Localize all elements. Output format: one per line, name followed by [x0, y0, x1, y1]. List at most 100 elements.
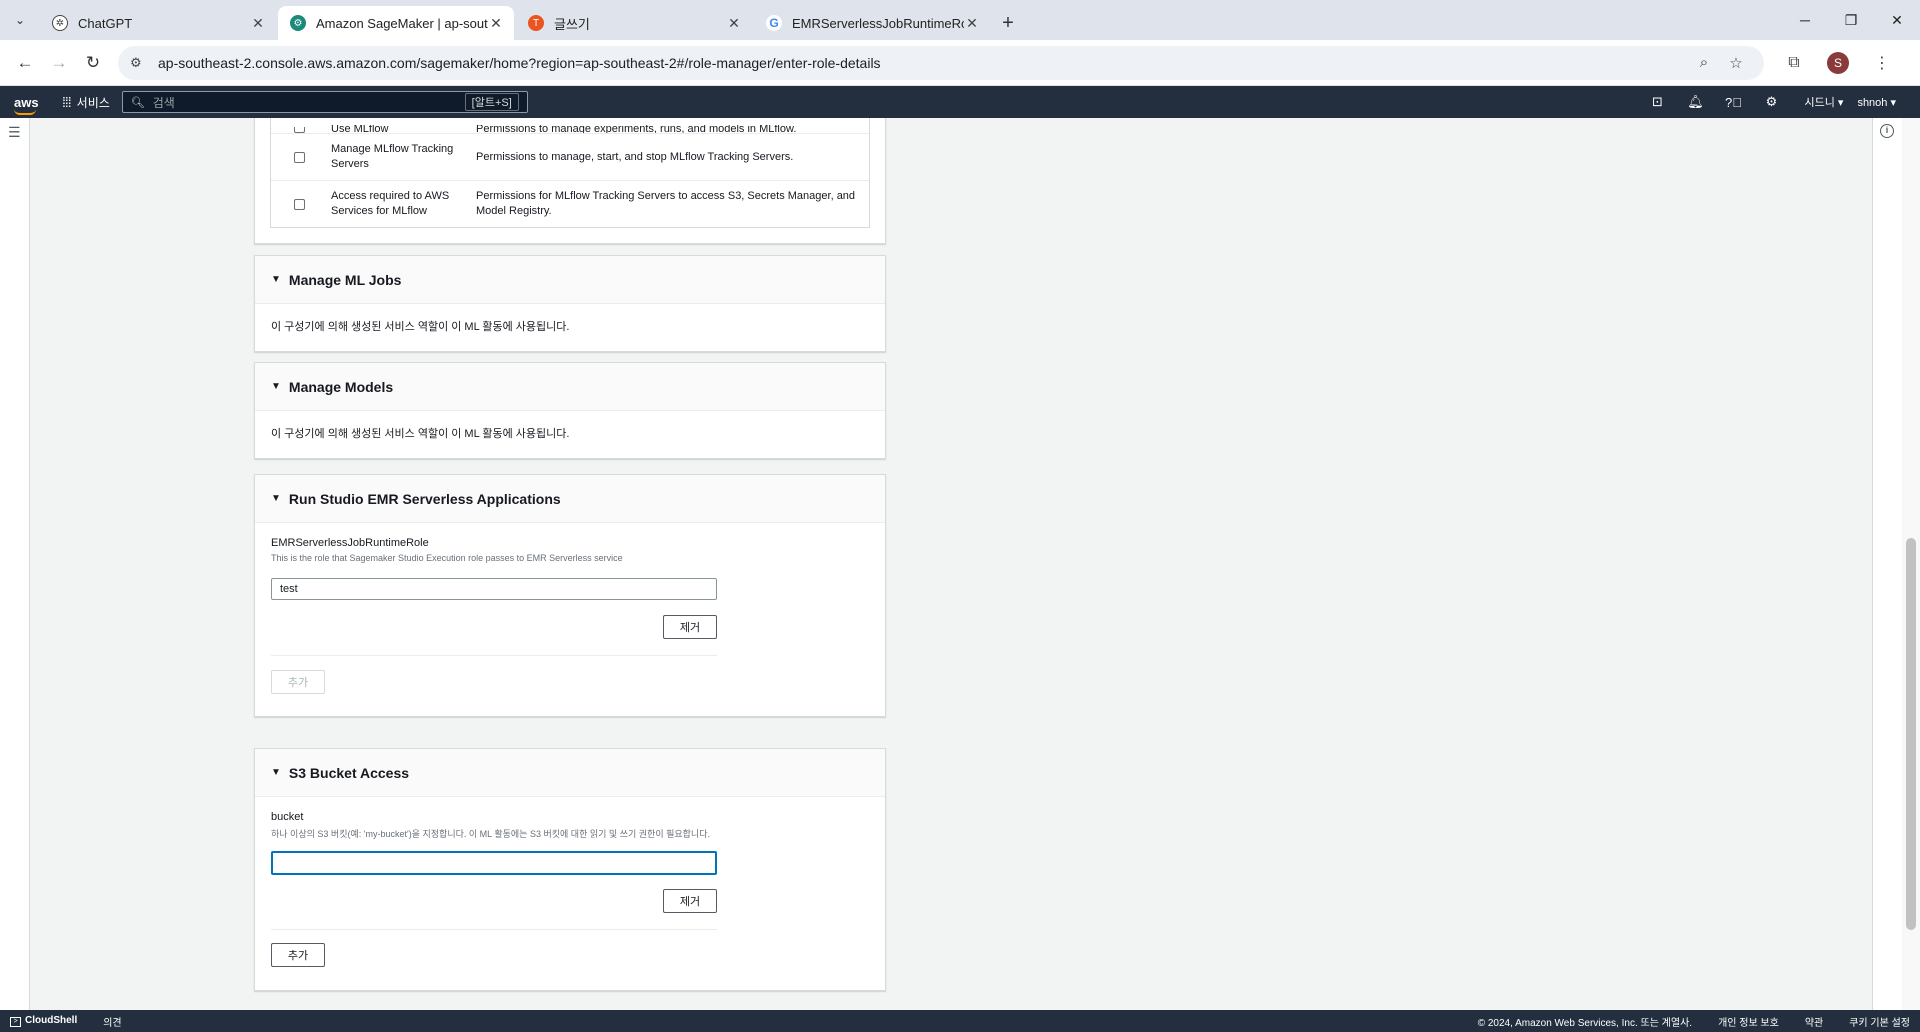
url-text[interactable]: ap-southeast-2.console.aws.amazon.com/sa… — [158, 55, 1688, 71]
services-label: 서비스 — [76, 95, 110, 110]
cloudshell-link[interactable]: > CloudShell — [10, 1015, 77, 1027]
add-button[interactable]: 추가 — [271, 943, 325, 967]
tab-title: Amazon SageMaker | ap-southeast-2 — [316, 15, 488, 31]
divider — [271, 655, 717, 656]
section-title: S3 Bucket Access — [288, 764, 410, 781]
permission-name: Use MLflow — [331, 125, 389, 133]
tab-search-chevron-icon[interactable]: ⌄ — [0, 0, 40, 40]
address-bar[interactable]: ⚙ ap-southeast-2.console.aws.amazon.com/… — [118, 45, 1764, 80]
forward-arrow-icon[interactable]: → — [42, 46, 76, 80]
divider — [271, 929, 717, 930]
tab-tistory[interactable]: T 글쓰기 ✕ — [516, 6, 752, 40]
add-button[interactable]: 추가 — [271, 670, 325, 694]
tistory-icon: T — [528, 15, 544, 31]
page-scrollbar[interactable] — [1902, 118, 1920, 1010]
section-title: Manage ML Jobs — [288, 271, 402, 288]
section-header[interactable]: ▼ Manage ML Jobs — [255, 256, 885, 304]
tab-title: ChatGPT — [78, 15, 133, 31]
window-controls: ─ ❐ ✕ — [1782, 0, 1920, 40]
mlflow-permissions-table: Use MLflow Permissions to manage experim… — [270, 118, 870, 228]
account-menu[interactable]: shnoh ▾ — [1857, 96, 1896, 109]
aws-smile-icon — [14, 109, 36, 115]
grid-icon: ⁞⁞⁞ — [62, 94, 72, 110]
openai-icon: ✲ — [52, 15, 68, 31]
permission-name: Manage MLflow Tracking Servers — [331, 143, 454, 170]
field-hint: This is the role that Sagemaker Studio E… — [271, 553, 623, 563]
extensions-icon[interactable]: ⧉ — [1772, 54, 1816, 72]
close-icon[interactable]: ✕ — [250, 15, 266, 32]
avatar[interactable]: S — [1827, 51, 1849, 74]
avatar-wrap: S — [1816, 51, 1860, 74]
mlflow-panel: Use MLflow Permissions to manage experim… — [254, 118, 886, 244]
caret-down-icon: ▼ — [271, 767, 281, 778]
tab-chatgpt[interactable]: ✲ ChatGPT ✕ — [40, 6, 276, 40]
cookie-preferences-link[interactable]: 쿠키 기본 설정 — [1849, 1014, 1910, 1029]
cloudshell-label: CloudShell — [25, 1015, 78, 1026]
privacy-link[interactable]: 개인 정보 보호 — [1718, 1014, 1779, 1029]
section-header[interactable]: ▼ Run Studio EMR Serverless Applications — [255, 475, 885, 523]
browser-tab-strip: ⌄ ✲ ChatGPT ✕ ⚙ Amazon SageMaker | ap-so… — [0, 0, 1920, 40]
sagemaker-icon: ⚙ — [290, 15, 306, 31]
close-window-icon[interactable]: ✕ — [1874, 12, 1920, 29]
scrollbar-thumb[interactable] — [1906, 538, 1916, 930]
kebab-menu-icon[interactable]: ⋮ — [1860, 53, 1904, 73]
region-selector[interactable]: 시드니 ▾ — [1805, 94, 1844, 110]
new-tab-button[interactable]: + — [992, 6, 1024, 40]
row-checkbox[interactable] — [271, 127, 327, 133]
reload-icon[interactable]: ↻ — [76, 46, 110, 80]
terms-link[interactable]: 약관 — [1805, 1014, 1823, 1029]
tab-sagemaker[interactable]: ⚙ Amazon SageMaker | ap-southeast-2 ✕ — [278, 6, 514, 40]
services-menu[interactable]: ⁞⁞⁞ 서비스 — [62, 94, 110, 111]
aws-search-input[interactable]: 🔍︎ 검색 [알트+S] — [121, 91, 528, 113]
emr-role-input[interactable]: test — [271, 578, 717, 600]
close-icon[interactable]: ✕ — [488, 15, 504, 32]
emr-serverless-panel: ▼ Run Studio EMR Serverless Applications… — [254, 474, 886, 717]
site-info-icon[interactable]: ⚙ — [130, 55, 150, 71]
search-placeholder: 검색 — [152, 95, 175, 110]
side-nav-collapsed: ☰ — [0, 118, 30, 1010]
restore-icon[interactable]: ❐ — [1828, 12, 1874, 29]
permission-desc: Permissions to manage, start, and stop M… — [476, 150, 794, 163]
hamburger-menu-icon[interactable]: ☰ — [8, 124, 21, 141]
row-checkbox[interactable] — [271, 198, 327, 210]
remove-button[interactable]: 제거 — [663, 615, 717, 639]
s3-bucket-access-panel: ▼ S3 Bucket Access bucket 하나 이상의 S3 버킷(예… — [254, 748, 886, 991]
field-hint: 하나 이상의 S3 버킷(예: 'my-bucket')을 지정합니다. 이 M… — [271, 829, 710, 839]
zoom-icon[interactable]: ⌕ — [1688, 54, 1720, 71]
section-title: Manage Models — [288, 378, 394, 395]
settings-gear-icon[interactable]: ⚙ — [1753, 94, 1791, 110]
checkbox[interactable] — [293, 198, 305, 210]
section-header[interactable]: ▼ Manage Models — [255, 363, 885, 411]
checkbox[interactable] — [293, 127, 305, 133]
bookmark-star-icon[interactable]: ☆ — [1720, 54, 1752, 72]
section-description: 이 구성기에 의해 생성된 서비스 역할이 이 ML 활동에 사용됩니다. — [271, 321, 570, 333]
close-icon[interactable]: ✕ — [726, 15, 742, 32]
aws-logo[interactable]: aws — [0, 94, 48, 115]
s3-bucket-input[interactable] — [271, 851, 717, 875]
permission-desc: Permissions to manage experiments, runs,… — [476, 125, 797, 133]
minimize-icon[interactable]: ─ — [1782, 12, 1828, 28]
remove-button[interactable]: 제거 — [663, 889, 717, 913]
row-checkbox[interactable] — [271, 151, 327, 163]
caret-down-icon: ▼ — [271, 493, 281, 504]
notifications-bell-icon[interactable]: 🔔︎ — [1677, 94, 1715, 110]
search-icon: 🔍︎ — [130, 96, 145, 109]
feedback-link[interactable]: 의견 — [103, 1014, 121, 1029]
section-title: Run Studio EMR Serverless Applications — [288, 490, 561, 507]
section-header[interactable]: ▼ S3 Bucket Access — [255, 749, 885, 797]
manage-models-panel: ▼ Manage Models 이 구성기에 의해 생성된 서비스 역할이 이 … — [254, 362, 886, 459]
table-row: Use MLflow Permissions to manage experim… — [271, 118, 869, 133]
aws-logo-text: aws — [14, 94, 39, 110]
tab-title: 글쓰기 — [554, 16, 590, 32]
help-icon[interactable]: ?⃝ — [1715, 95, 1753, 110]
tab-google-search[interactable]: G EMRServerlessJobRuntimeRole ✕ — [754, 6, 990, 40]
cloudshell-icon[interactable]: ⊡ — [1639, 94, 1677, 110]
browser-toolbar: ← → ↻ ⚙ ap-southeast-2.console.aws.amazo… — [0, 40, 1920, 86]
permission-name: Access required to AWS Services for MLfl… — [331, 190, 450, 217]
info-icon[interactable]: i — [1880, 124, 1894, 138]
caret-down-icon: ▼ — [271, 381, 281, 392]
close-icon[interactable]: ✕ — [964, 15, 980, 32]
back-arrow-icon[interactable]: ← — [8, 46, 42, 80]
field-label: EMRServerlessJobRuntimeRole — [271, 537, 429, 549]
checkbox[interactable] — [293, 151, 305, 163]
